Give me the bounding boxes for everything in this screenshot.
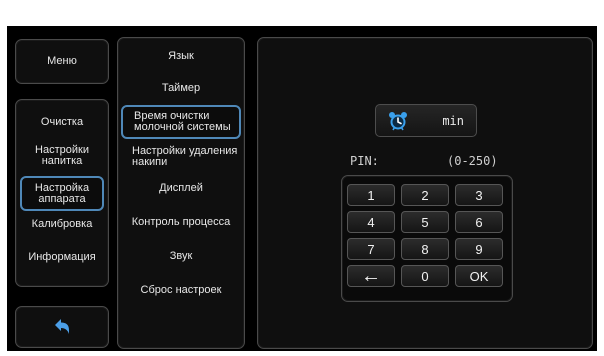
submenu-item-descaling-settings-line2: накипи [132, 156, 168, 168]
range-label: (0-250) [447, 154, 498, 168]
back-arrow-icon [55, 319, 69, 334]
key-2[interactable]: 2 [401, 184, 449, 206]
nav-item-machine-settings-line2: аппарата [38, 192, 86, 205]
submenu-item-milk-cleaning-time[interactable]: Время очистки молочной системы [121, 105, 241, 139]
nav-item-cleaning[interactable]: Очистка [16, 110, 108, 134]
nav-item-information[interactable]: Информация [16, 245, 108, 269]
keypad: 1 2 3 4 5 6 7 8 9 ← 0 OK [341, 175, 513, 302]
submenu-item-language[interactable]: Язык [118, 46, 244, 66]
unit-label: min [442, 113, 464, 128]
menu-button[interactable]: Меню [16, 40, 108, 83]
backspace-arrow-icon: ← [361, 264, 381, 287]
key-1[interactable]: 1 [347, 184, 395, 206]
key-3[interactable]: 3 [455, 184, 503, 206]
submenu-item-timer[interactable]: Таймер [118, 78, 244, 98]
nav-item-machine-settings[interactable]: Настройка аппарата [20, 176, 104, 211]
key-5[interactable]: 5 [401, 211, 449, 233]
submenu-item-display[interactable]: Дисплей [118, 178, 244, 198]
nav-item-drink-settings[interactable]: Настройки напитка [16, 142, 108, 170]
back-button[interactable] [16, 307, 108, 347]
key-4[interactable]: 4 [347, 211, 395, 233]
left-nav-panel: Очистка Настройки напитка Настройка аппа… [15, 99, 109, 287]
nav-item-drink-settings-line2: напитка [41, 155, 83, 167]
back-panel [15, 306, 109, 348]
submenu-panel: Язык Таймер Время очистки молочной систе… [117, 37, 245, 349]
nav-item-machine-settings-line1: Настройка [34, 181, 90, 194]
submenu-item-milk-cleaning-time-line2: молочной системы [134, 121, 231, 133]
editor-panel: min PIN: (0-250) 1 2 3 4 5 6 7 8 9 ← 0 O… [257, 37, 593, 349]
menu-panel: Меню [15, 39, 109, 84]
key-9[interactable]: 9 [455, 238, 503, 260]
submenu-item-process-control[interactable]: Контроль процесса [118, 212, 244, 232]
device-screen: Меню Очистка Настройки напитка Настройка… [7, 26, 597, 351]
key-6[interactable]: 6 [455, 211, 503, 233]
pin-label: PIN: [350, 154, 379, 168]
ok-key[interactable]: OK [455, 265, 503, 287]
nav-item-calibration[interactable]: Калибровка [16, 212, 108, 236]
submenu-item-descaling-settings[interactable]: Настройки удаления накипи [118, 143, 244, 171]
value-display[interactable]: min [375, 104, 477, 137]
backspace-key[interactable]: ← [347, 265, 395, 287]
key-7[interactable]: 7 [347, 238, 395, 260]
key-8[interactable]: 8 [401, 238, 449, 260]
submenu-item-sound[interactable]: Звук [118, 246, 244, 266]
submenu-item-reset-settings[interactable]: Сброс настроек [118, 280, 244, 300]
key-0[interactable]: 0 [401, 265, 449, 287]
alarm-clock-icon [389, 111, 407, 130]
